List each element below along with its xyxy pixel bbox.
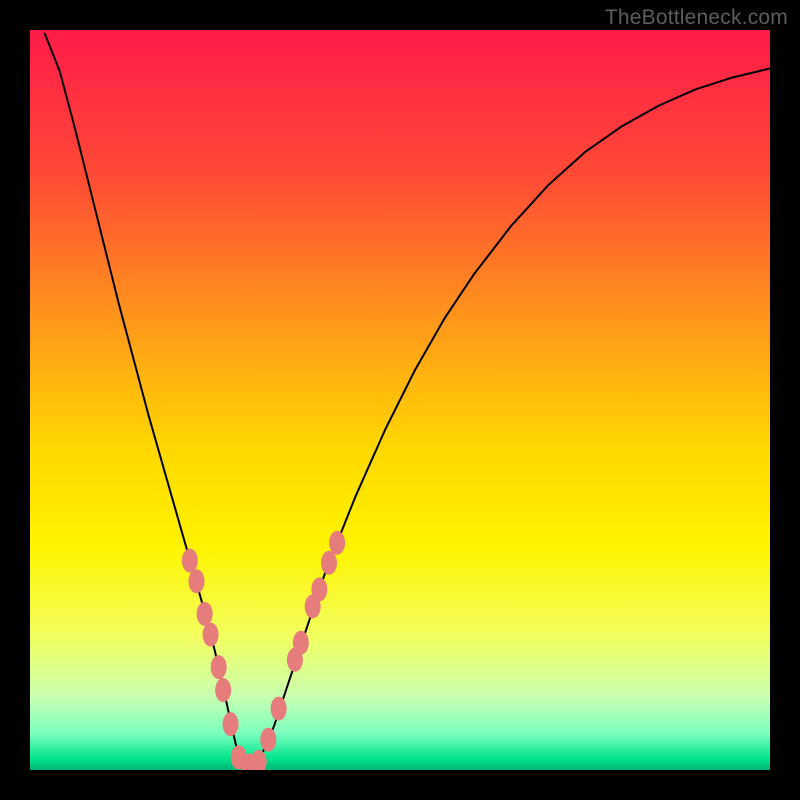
watermark-text: TheBottleneck.com [605,6,788,30]
curve-marker [223,712,239,736]
curve-marker [215,678,231,702]
curve-marker [260,728,276,752]
curve-marker [321,551,337,575]
plot-area [30,30,770,770]
curve-marker [203,623,219,647]
curve-marker [293,631,309,655]
chart-frame: TheBottleneck.com [0,0,800,800]
bottleneck-curve [30,30,770,770]
curve-marker [197,602,213,626]
curve-marker [329,531,345,555]
curve-marker [182,549,198,573]
curve-marker [189,569,205,593]
curve-marker [271,697,287,721]
curve-marker [311,577,327,601]
curve-marker [211,655,227,679]
curve-marker [251,750,267,770]
